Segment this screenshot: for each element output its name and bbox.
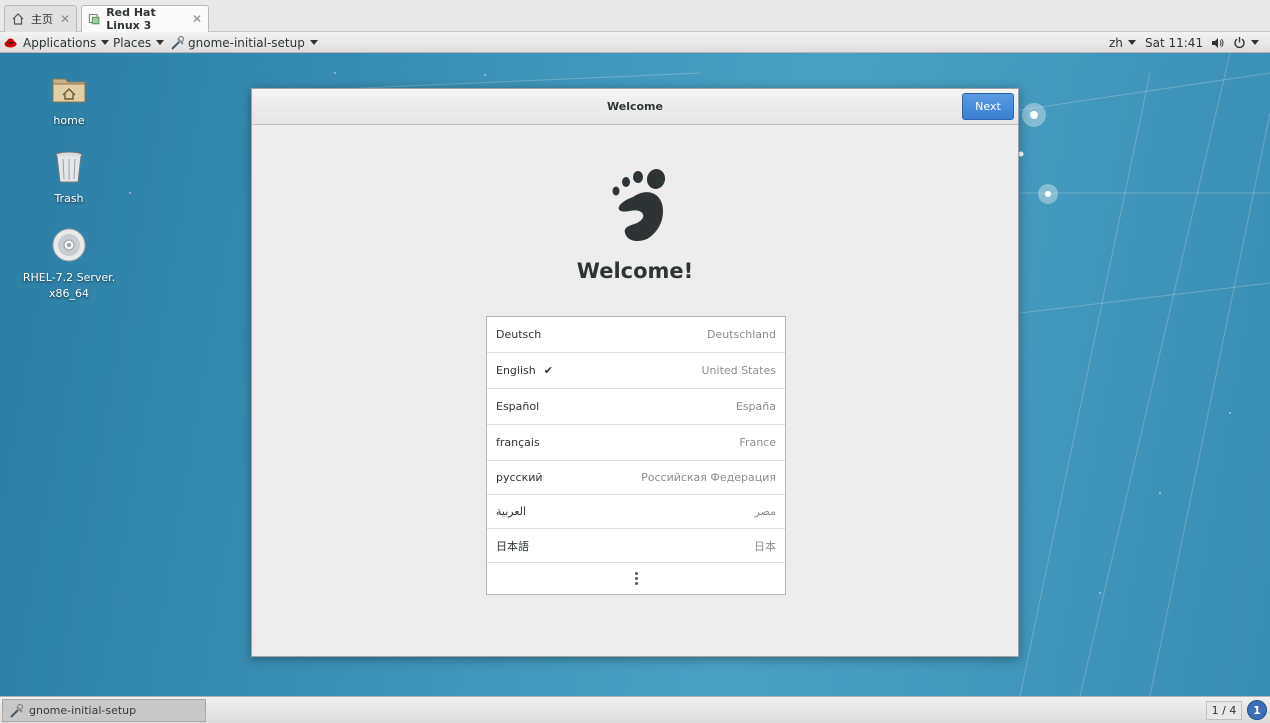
bottom-panel: gnome-initial-setup 1 / 4 1: [0, 696, 1270, 723]
next-button[interactable]: Next: [962, 93, 1014, 120]
vm-icon: [88, 14, 100, 25]
welcome-heading: Welcome!: [576, 259, 694, 283]
language-region: Deutschland: [706, 328, 776, 341]
desktop-icon-label: RHEL-7.2 Server. x86_64: [22, 271, 116, 300]
app-menu-label: gnome-initial-setup: [188, 35, 305, 50]
language-region: France: [739, 436, 776, 449]
input-method-menu[interactable]: zh: [1109, 32, 1136, 53]
language-row-arabic[interactable]: العربية مصر: [487, 495, 785, 529]
language-name: Deutsch: [496, 328, 542, 341]
chevron-down-icon: [101, 40, 110, 45]
language-row-russian[interactable]: русский Российская Федерация: [487, 461, 785, 495]
welcome-dialog: Welcome Next Welcome! Deutsch Deutschlan…: [251, 88, 1019, 657]
more-languages-button[interactable]: [487, 563, 785, 594]
taskbar-item-gnome-initial-setup[interactable]: gnome-initial-setup: [2, 699, 206, 722]
home-icon: [12, 13, 24, 25]
top-panel: Applications Places gnome-initial-setup …: [0, 32, 1270, 53]
checkmark-icon: ✔: [543, 364, 553, 377]
vm-tab-strip: 主页 ✕ Red Hat Linux 3 ✕: [0, 0, 1270, 32]
redhat-logo-icon: [4, 38, 17, 47]
system-menu[interactable]: [1233, 32, 1259, 53]
clock[interactable]: Sat 11:41: [1145, 32, 1203, 53]
desktop-icon-label: Trash: [54, 192, 84, 205]
desktop-icon-disc[interactable]: RHEL-7.2 Server. x86_64: [14, 227, 124, 302]
language-row-deutsch[interactable]: Deutsch Deutschland: [487, 317, 785, 353]
language-region: España: [735, 400, 776, 413]
chevron-down-icon: [1127, 40, 1136, 45]
language-region: United States: [701, 364, 777, 377]
language-region: 日本: [754, 539, 776, 553]
language-name: русский: [496, 471, 543, 484]
tab-home-label: 主页: [31, 13, 53, 26]
language-name: Español: [496, 400, 540, 413]
trash-icon: [55, 151, 83, 183]
power-icon: [1234, 37, 1245, 49]
close-tab-icon[interactable]: ✕: [192, 12, 202, 26]
desktop-icon-home[interactable]: home: [14, 71, 124, 127]
app-menu[interactable]: gnome-initial-setup: [170, 32, 318, 53]
language-region: مصر: [754, 505, 776, 518]
applications-menu[interactable]: Applications: [4, 32, 110, 53]
clock-label: Sat 11:41: [1145, 35, 1204, 50]
speaker-glyph: [1212, 37, 1224, 48]
places-label: Places: [113, 35, 152, 50]
workspace-switcher[interactable]: 1 / 4: [1206, 701, 1242, 720]
chevron-down-icon: [1251, 40, 1259, 45]
close-tab-icon[interactable]: ✕: [60, 12, 70, 26]
disc-icon: [52, 228, 86, 262]
language-row-japanese[interactable]: 日本語 日本: [487, 529, 785, 563]
gnome-foot-icon: [612, 169, 666, 241]
language-row-espanol[interactable]: Español España: [487, 389, 785, 425]
language-row-francais[interactable]: français France: [487, 425, 785, 461]
desktop-icon-label: home: [53, 114, 85, 127]
language-list: Deutsch Deutschland English ✔ United Sta…: [486, 316, 786, 595]
input-method-label: zh: [1109, 35, 1123, 50]
more-vertical-icon: [634, 572, 638, 585]
folder-home-icon: [52, 78, 86, 103]
language-name: English: [496, 364, 536, 377]
dialog-title: Welcome: [607, 100, 663, 113]
language-name: 日本語: [496, 539, 529, 553]
language-name: français: [496, 436, 540, 449]
places-menu[interactable]: Places: [113, 32, 165, 53]
language-region: Российская Федерация: [641, 471, 776, 484]
taskbar-item-label: gnome-initial-setup: [29, 704, 137, 717]
tools-icon: [171, 35, 185, 50]
language-row-english[interactable]: English ✔ United States: [487, 353, 785, 389]
language-name: العربية: [496, 505, 527, 518]
dialog-header: Welcome Next: [252, 89, 1018, 125]
applications-label: Applications: [23, 35, 97, 50]
tab-vm-label: Red Hat Linux 3: [106, 6, 156, 32]
tab-red-hat-linux[interactable]: Red Hat Linux 3 ✕: [81, 5, 209, 32]
volume-icon[interactable]: [1211, 32, 1225, 53]
notification-badge[interactable]: 1: [1247, 700, 1267, 720]
chevron-down-icon: [156, 40, 165, 45]
chevron-down-icon: [309, 40, 318, 45]
tab-home[interactable]: 主页 ✕: [4, 5, 77, 32]
desktop-icon-trash[interactable]: Trash: [14, 149, 124, 205]
tools-icon: [10, 703, 24, 718]
